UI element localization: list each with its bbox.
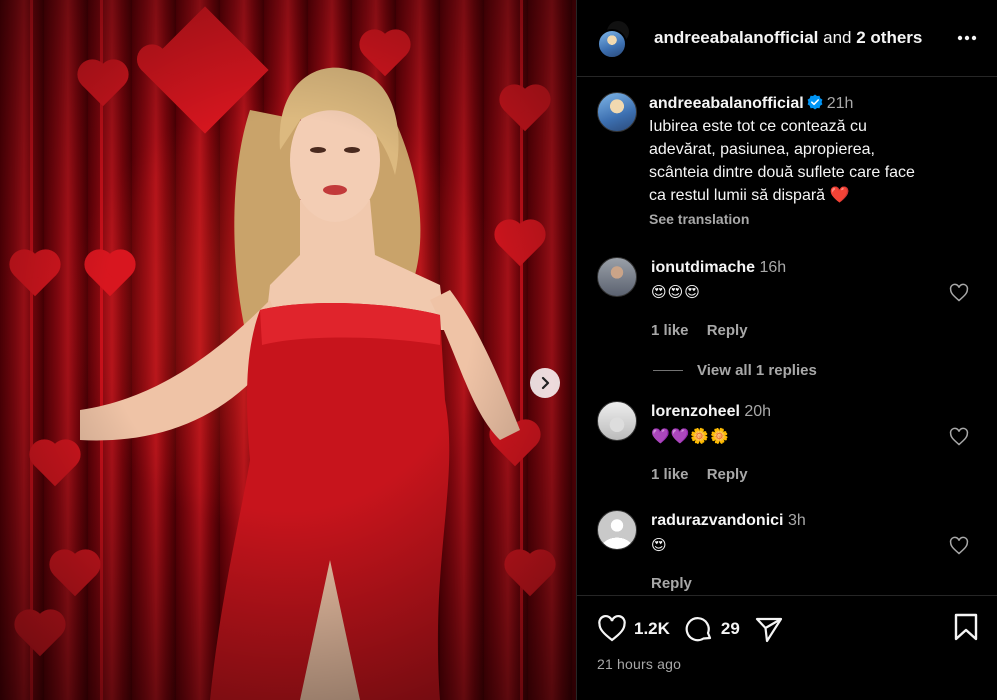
comment-time: 16h — [759, 259, 787, 276]
chevron-right-icon — [541, 376, 550, 390]
comments-count[interactable]: 29 — [721, 619, 740, 639]
caption: andreeabalanofficial 21h Iubirea este tot… — [597, 78, 981, 231]
share-button[interactable] — [754, 614, 784, 644]
reply-button[interactable]: Reply — [651, 575, 692, 592]
comment-likes[interactable]: 1 like — [651, 466, 689, 483]
comment-username[interactable]: lorenzoheel — [651, 403, 740, 420]
heart-icon — [598, 614, 626, 642]
and-text: and — [823, 28, 852, 47]
caption-username[interactable]: andreeabalanofficial — [649, 95, 804, 112]
comment-text: 💜💜🌼🌼 — [651, 428, 730, 445]
post-photo[interactable] — [0, 0, 576, 700]
caption-line: ca restul lumii să dispară ❤️ — [649, 187, 850, 204]
comment: ionutdimache 16h 😍😍😍 1 like Reply — [597, 257, 981, 342]
post-actions-footer: 1.2K 29 21 hours ago — [577, 595, 997, 700]
post-header: andreeabalanofficial and 2 others — [577, 0, 997, 77]
more-icon — [957, 35, 977, 41]
verified-icon — [807, 94, 823, 110]
comment-username[interactable]: radurazvandonici — [651, 512, 783, 529]
author-username[interactable]: andreeabalanofficial — [654, 28, 818, 47]
comment: radurazvandonici 3h 😍 Reply — [597, 510, 981, 594]
heart-icon[interactable] — [949, 427, 969, 447]
heart-icon[interactable] — [949, 283, 969, 303]
save-button[interactable] — [953, 613, 979, 646]
caption-time: 21h — [826, 95, 854, 112]
avatar[interactable] — [597, 92, 637, 132]
see-translation-link[interactable]: See translation — [649, 208, 981, 231]
comment-time: 20h — [744, 403, 772, 420]
caption-line: adevărat, pasiunea, apropierea, — [649, 141, 875, 158]
reply-button[interactable]: Reply — [707, 466, 748, 483]
more-options-button[interactable] — [955, 26, 979, 50]
like-button[interactable]: 1.2K — [597, 614, 670, 644]
avatar[interactable] — [597, 510, 637, 550]
others-link[interactable]: 2 others — [856, 28, 922, 47]
view-replies-label: View all 1 replies — [697, 362, 817, 379]
divider — [653, 370, 683, 371]
comment-username[interactable]: ionutdimache — [651, 259, 755, 276]
comment-likes[interactable]: 1 like — [651, 322, 689, 339]
likes-count[interactable]: 1.2K — [634, 619, 670, 639]
comments-list[interactable]: andreeabalanofficial 21h Iubirea este tot… — [577, 78, 997, 594]
caption-line: Iubirea este tot ce contează cu — [649, 118, 867, 135]
comment-text: 😍😍😍 — [651, 284, 701, 301]
bookmark-icon — [954, 613, 978, 640]
post-sidebar: andreeabalanofficial and 2 others andree… — [576, 0, 997, 700]
share-icon — [755, 617, 782, 643]
comment-time: 3h — [787, 512, 806, 529]
next-photo-button[interactable] — [530, 368, 560, 398]
comment-icon — [685, 617, 712, 642]
collab-avatars[interactable] — [597, 19, 635, 59]
comment-button[interactable]: 29 — [684, 614, 740, 644]
heart-icon[interactable] — [949, 536, 969, 556]
view-replies-button[interactable]: View all 1 replies — [653, 362, 981, 379]
avatar — [597, 29, 627, 59]
caption-line: scânteia dintre două suflete care face — [649, 164, 915, 181]
avatar[interactable] — [597, 401, 637, 441]
comment: lorenzoheel 20h 💜💜🌼🌼 1 like Reply — [597, 401, 981, 486]
post-timestamp[interactable]: 21 hours ago — [597, 656, 979, 672]
avatar[interactable] — [597, 257, 637, 297]
reply-button[interactable]: Reply — [707, 322, 748, 339]
post-authors[interactable]: andreeabalanofficial and 2 others — [654, 28, 955, 48]
comment-text: 😍 — [651, 537, 668, 554]
